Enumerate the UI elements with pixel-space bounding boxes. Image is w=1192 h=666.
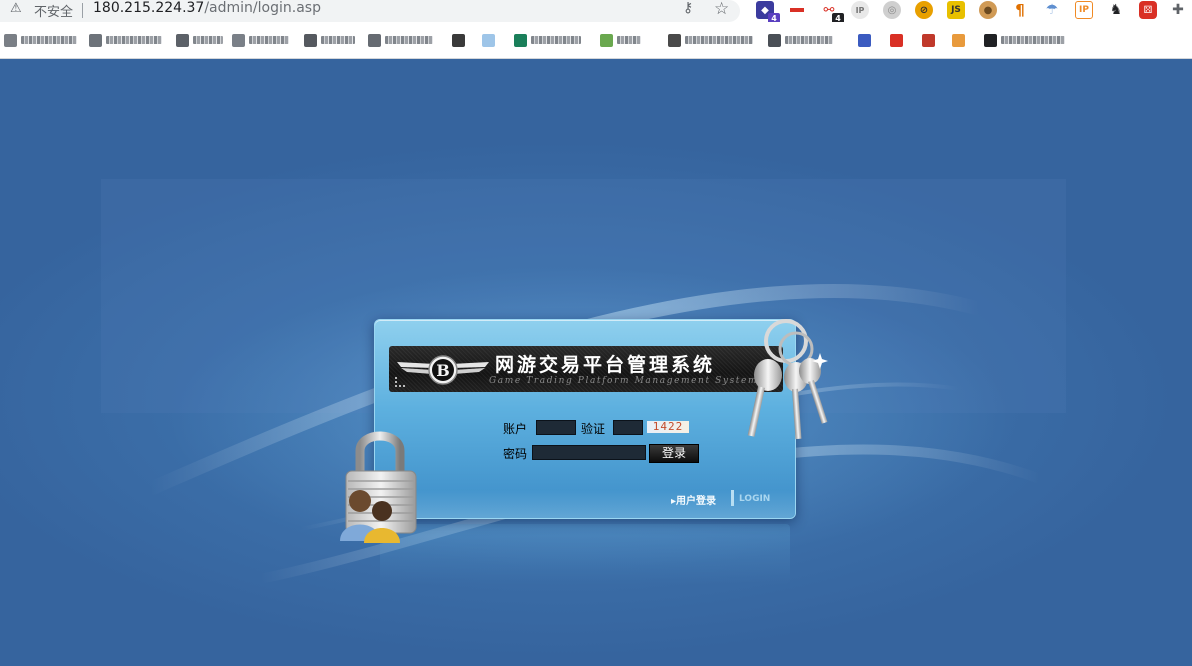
bookmark-favicon-icon	[4, 33, 17, 47]
captcha-input[interactable]	[613, 420, 643, 435]
bookmark-favicon-icon	[368, 33, 381, 47]
bookmark-label	[321, 36, 355, 44]
user-login-link[interactable]: ▸用户登录	[671, 492, 716, 507]
footer-divider	[731, 490, 734, 506]
bookmark-label	[193, 36, 223, 44]
bookmark-item[interactable]	[4, 32, 77, 48]
ext-flag-icon[interactable]	[788, 1, 806, 19]
warning-icon[interactable]: ⚠	[10, 1, 22, 16]
bookmark-item[interactable]	[368, 32, 433, 48]
bookmark-favicon-icon	[600, 33, 613, 47]
bookmark-favicon-icon	[890, 33, 903, 47]
ext-globe-icon[interactable]: ◎	[883, 1, 901, 19]
ext-ip-icon[interactable]: IP	[851, 1, 869, 19]
address-separator	[82, 3, 83, 18]
bookmark-label	[1001, 36, 1065, 44]
bookmark-favicon-icon	[858, 33, 871, 47]
bookmark-label	[249, 36, 289, 44]
bookmark-favicon-icon	[89, 33, 102, 47]
url-text[interactable]: 180.215.224.37/admin/login.asp	[93, 0, 321, 16]
url-path: /admin/login.asp	[204, 0, 321, 16]
bookmark-label	[531, 36, 581, 44]
bookmark-label	[785, 36, 833, 44]
bookmark-favicon-icon	[232, 33, 245, 47]
login-en-label: LOGIN	[739, 494, 771, 504]
bookmark-label	[617, 36, 641, 44]
address-bar[interactable]: ⚠ 不安全 180.215.224.37/admin/login.asp ⚷ ☆	[0, 0, 740, 22]
puzzle-icon[interactable]: ✚	[1169, 1, 1187, 19]
panel-reflection	[380, 524, 790, 584]
bookmark-favicon-icon	[922, 33, 935, 47]
svg-text:B: B	[436, 361, 450, 380]
bookmark-item[interactable]	[922, 32, 935, 48]
bookmark-favicon-icon	[952, 33, 965, 47]
bookmark-favicon-icon	[514, 33, 527, 47]
ext-block-icon[interactable]: ⊘	[915, 1, 933, 19]
keys-icon	[747, 319, 828, 440]
bookmark-label	[106, 36, 162, 44]
url-host: 180.215.224.37	[93, 0, 205, 16]
bookmark-favicon-icon	[304, 33, 317, 47]
system-title: 网游交易平台管理系统	[495, 354, 716, 376]
password-label: 密码	[503, 447, 528, 461]
bookmark-item[interactable]	[482, 32, 495, 48]
captcha-image[interactable]: 1422	[647, 421, 689, 433]
login-page: B 网游交易平台管理系统 Game Trading Platform Manag…	[0, 59, 1192, 666]
padlock-users-icon	[340, 431, 417, 543]
bookmark-item[interactable]	[304, 32, 355, 48]
bookmark-label	[21, 36, 77, 44]
bookmark-favicon-icon	[452, 33, 465, 47]
title-banner: B 网游交易平台管理系统 Game Trading Platform Manag…	[389, 346, 783, 392]
system-subtitle: Game Trading Platform Management System	[489, 376, 759, 386]
bookmark-item[interactable]	[952, 32, 965, 48]
password-input[interactable]	[532, 445, 646, 460]
account-label: 账户	[503, 422, 528, 436]
account-input[interactable]	[536, 420, 576, 435]
bookmark-item[interactable]	[452, 32, 465, 48]
bookmark-favicon-icon	[984, 33, 997, 47]
bookmark-item[interactable]	[89, 32, 162, 48]
ext-cookie-icon[interactable]: ●	[979, 1, 997, 19]
bookmark-favicon-icon	[482, 33, 495, 47]
login-panel: B 网游交易平台管理系统 Game Trading Platform Manag…	[374, 319, 796, 519]
bookmark-label	[385, 36, 433, 44]
not-secure-label[interactable]: 不安全	[34, 1, 73, 20]
bookmark-favicon-icon	[176, 33, 189, 47]
bookmark-item[interactable]	[232, 32, 289, 48]
bookmark-item[interactable]	[984, 32, 1065, 48]
bookmarks-bar	[0, 22, 1192, 59]
bookmark-item[interactable]	[858, 32, 871, 48]
ext-dice-icon[interactable]: ⚄	[1139, 1, 1157, 19]
browser-toolbar: ⚠ 不安全 180.215.224.37/admin/login.asp ⚷ ☆…	[0, 0, 1192, 24]
ext-evernote-icon[interactable]: ♞	[1107, 1, 1125, 19]
ext-stack-icon[interactable]: ◆ 4	[756, 1, 780, 24]
bookmark-item[interactable]	[668, 32, 753, 48]
bookmark-label	[685, 36, 753, 44]
bookmark-favicon-icon	[768, 33, 781, 47]
ext-ip-orange-icon[interactable]: IP	[1075, 1, 1093, 19]
star-icon[interactable]: ☆	[714, 0, 729, 19]
bookmark-favicon-icon	[668, 33, 681, 47]
key-icon[interactable]: ⚷	[683, 0, 693, 16]
bookmark-item[interactable]	[600, 32, 641, 48]
bookmark-item[interactable]	[768, 32, 833, 48]
ext-link-icon[interactable]: ⚯ 4	[820, 1, 844, 24]
login-button[interactable]: 登录	[649, 444, 699, 463]
bookmark-item[interactable]	[514, 32, 581, 48]
ext-pilcrow-icon[interactable]: ¶	[1011, 1, 1029, 19]
ext-cloud-icon[interactable]: ☂	[1043, 1, 1061, 19]
bookmark-item[interactable]	[890, 32, 903, 48]
winged-b-logo-icon: B	[397, 355, 489, 385]
ext-js-icon[interactable]: JS	[947, 1, 965, 19]
bars-icon	[395, 377, 405, 387]
bookmark-item[interactable]	[176, 32, 223, 48]
captcha-label: 验证	[581, 422, 606, 436]
